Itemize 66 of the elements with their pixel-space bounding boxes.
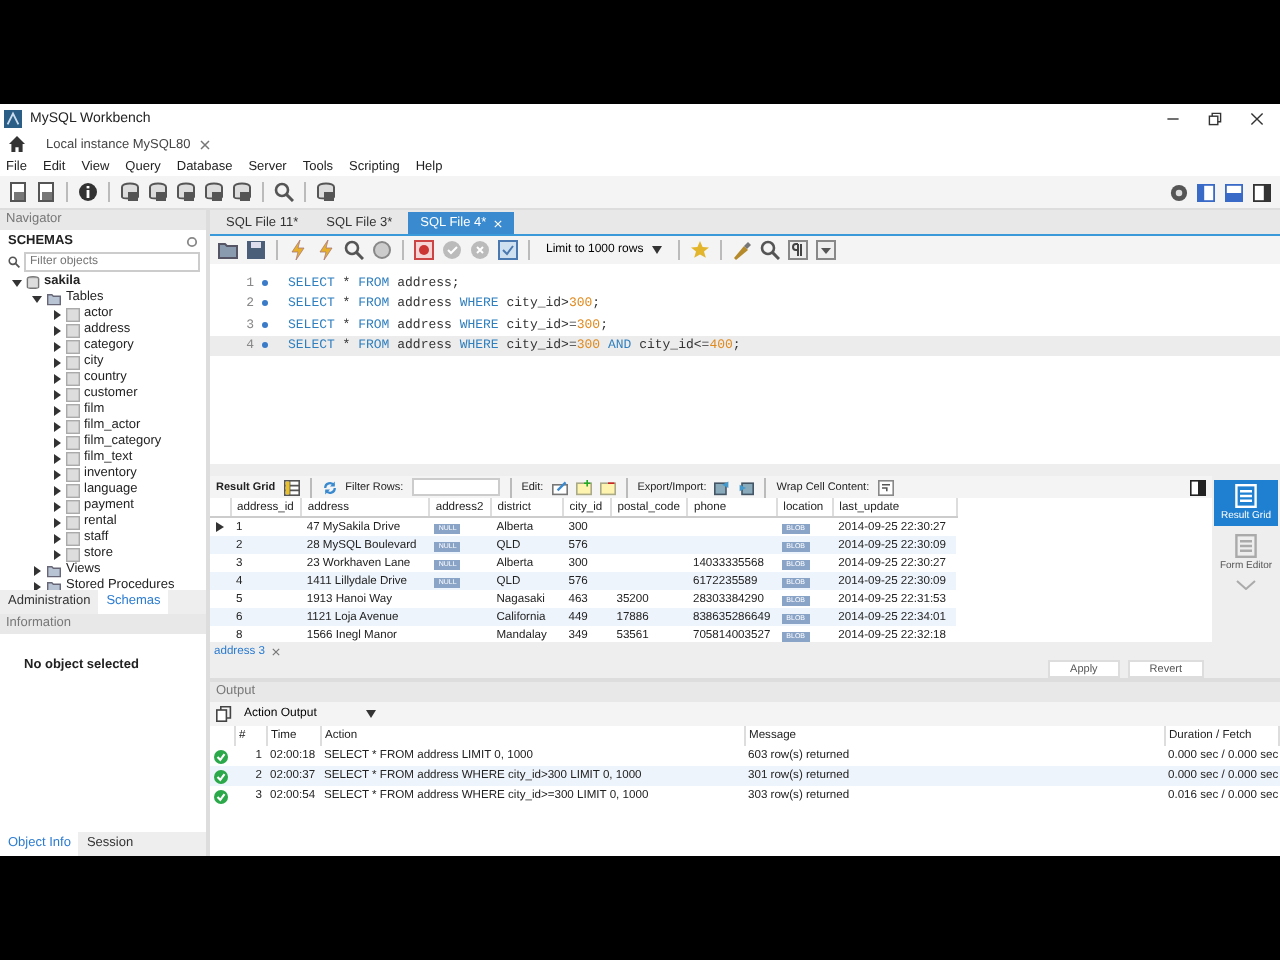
app-logo-icon: [4, 109, 22, 127]
star-icon[interactable]: [689, 240, 710, 260]
database-icon[interactable]: [204, 182, 224, 202]
paragraph-icon[interactable]: [787, 240, 808, 260]
list-icon: [1234, 534, 1258, 558]
output-toggle-icon[interactable]: [1224, 183, 1244, 201]
import-icon[interactable]: [738, 479, 755, 495]
collapsed-arrow-icon[interactable]: [52, 357, 62, 367]
collapsed-arrow-icon[interactable]: [52, 485, 62, 495]
grid-icon[interactable]: [283, 479, 300, 495]
check-circle-icon[interactable]: [442, 240, 462, 260]
panel-toggle-icon[interactable]: [1190, 479, 1206, 495]
collapsed-arrow-icon[interactable]: [52, 373, 62, 383]
stop-icon[interactable]: [372, 240, 392, 260]
panel-toggle-icon[interactable]: [1252, 183, 1272, 201]
filter-rows-field[interactable]: [411, 478, 500, 496]
collapsed-arrow-icon[interactable]: [52, 341, 62, 351]
caret-icon: [366, 710, 376, 718]
collapsed-arrow-icon[interactable]: [52, 437, 62, 447]
collapsed-arrow-icon[interactable]: [52, 517, 62, 527]
document-icon[interactable]: [36, 182, 56, 202]
collapsed-arrow-icon[interactable]: [52, 325, 62, 335]
edit-row-icon[interactable]: [551, 479, 568, 495]
database-icon[interactable]: [232, 182, 252, 202]
list-icon: [1234, 484, 1258, 508]
database-icon: [26, 275, 40, 289]
collapsed-arrow-icon[interactable]: [52, 469, 62, 479]
search-icon[interactable]: [344, 240, 364, 260]
folder-icon: [46, 291, 62, 305]
search-icon[interactable]: [274, 182, 294, 202]
collapsed-arrow-icon[interactable]: [52, 405, 62, 415]
settings-icon[interactable]: [1170, 183, 1188, 201]
current-row-icon: [216, 522, 224, 532]
add-row-icon[interactable]: [575, 479, 592, 495]
brush-icon[interactable]: [731, 240, 752, 260]
caret-icon: [651, 246, 662, 254]
info-icon[interactable]: [78, 182, 98, 202]
database-icon[interactable]: [120, 182, 140, 202]
collapsed-arrow-icon[interactable]: [52, 453, 62, 463]
restore-icon[interactable]: [1208, 111, 1222, 125]
database-icon[interactable]: [176, 182, 196, 202]
collapsed-arrow-icon[interactable]: [52, 309, 62, 319]
document-icon[interactable]: [8, 182, 28, 202]
checkbox-icon[interactable]: [498, 240, 518, 260]
collapsed-arrow-icon[interactable]: [52, 533, 62, 543]
close-icon[interactable]: [1250, 111, 1264, 125]
sidebar-toggle-icon[interactable]: [1196, 183, 1216, 201]
export-icon[interactable]: [714, 479, 731, 495]
expanded-arrow-icon[interactable]: [32, 293, 42, 303]
collapsed-arrow-icon[interactable]: [52, 501, 62, 511]
copy-icon[interactable]: [216, 706, 232, 722]
home-icon[interactable]: [8, 136, 26, 152]
database-icon[interactable]: [148, 182, 168, 202]
wrap-cell-icon[interactable]: [877, 479, 894, 495]
delete-row-icon[interactable]: [599, 479, 616, 495]
collapsed-arrow-icon[interactable]: [32, 581, 42, 590]
database-icon[interactable]: [316, 182, 336, 202]
folder-icon[interactable]: [218, 240, 238, 260]
collapsed-arrow-icon[interactable]: [32, 565, 42, 575]
search-icon: [8, 256, 20, 268]
collapsed-arrow-icon[interactable]: [52, 389, 62, 399]
expanded-arrow-icon[interactable]: [12, 277, 22, 287]
collapsed-arrow-icon[interactable]: [52, 421, 62, 431]
collapsed-arrow-icon[interactable]: [52, 549, 62, 559]
save-icon[interactable]: [246, 240, 266, 260]
search-icon[interactable]: [759, 240, 780, 260]
